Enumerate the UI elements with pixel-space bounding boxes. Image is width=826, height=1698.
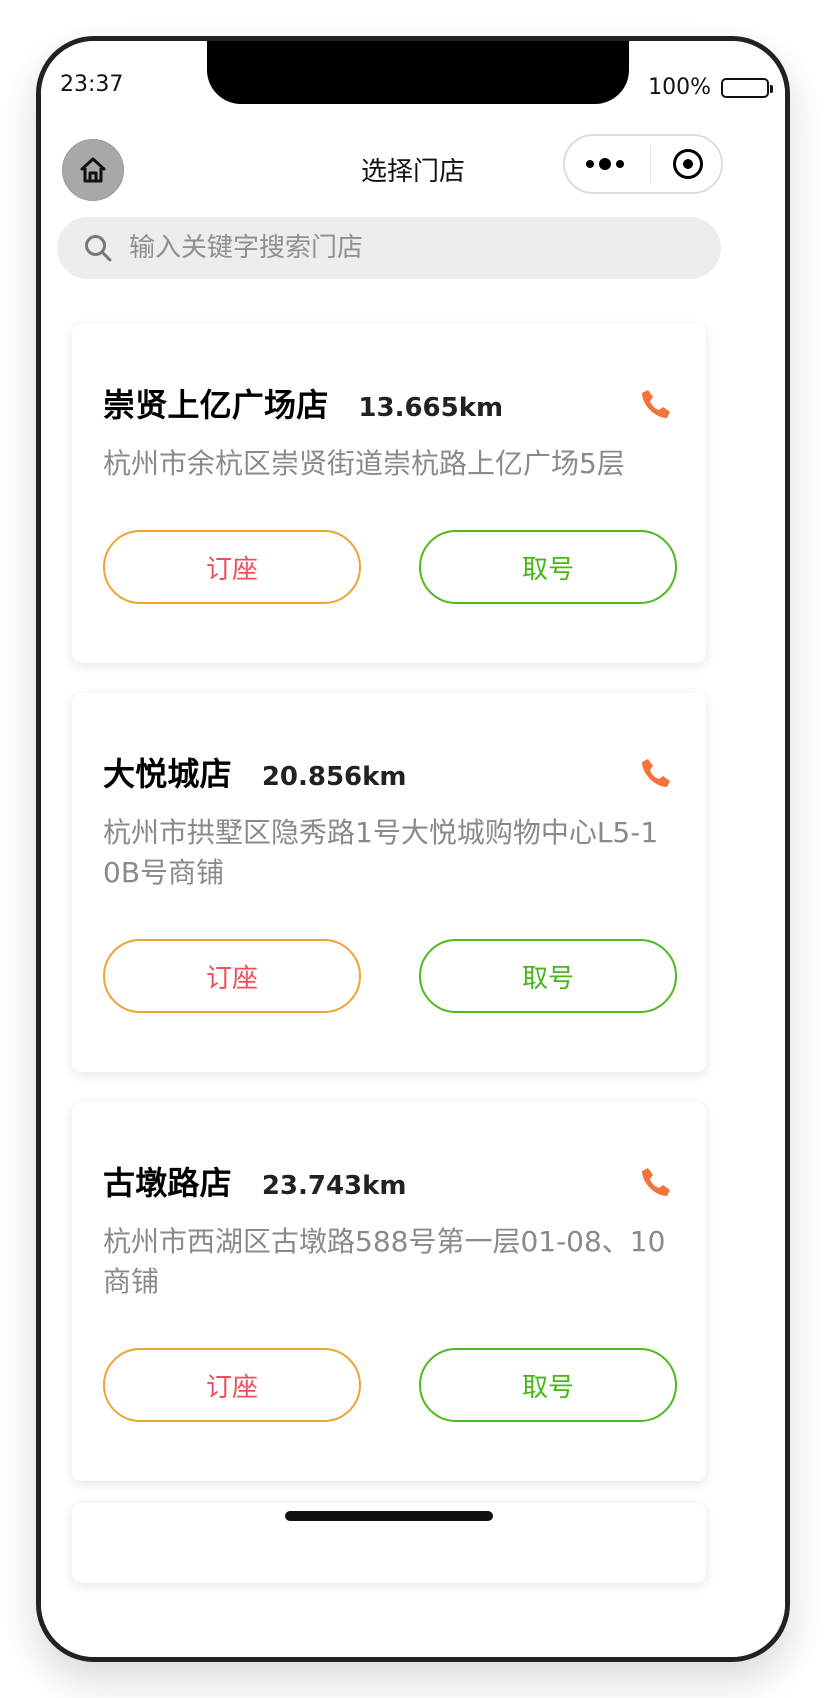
search-bar[interactable] (57, 217, 721, 279)
reserve-button[interactable]: 订座 (103, 530, 361, 604)
mini-program-screen: 23:37 100% 选择门店 输入关键字搜索门店 崇贤上亿广场店 13.665… (41, 41, 785, 1657)
more-button[interactable] (583, 158, 627, 170)
store-name: 大悦城店 (103, 755, 232, 793)
phone-button[interactable] (638, 755, 674, 791)
target-close-icon (683, 159, 693, 169)
phone-icon (642, 390, 670, 418)
close-mini-program-button[interactable] (673, 149, 703, 179)
status-right: 100% (648, 75, 773, 100)
store-actions: 订座 取号 (103, 1348, 677, 1481)
store-actions: 订座 取号 (103, 530, 677, 663)
battery-percentage: 100% (648, 75, 711, 100)
store-name: 崇贤上亿广场店 (103, 386, 329, 424)
capsule-divider (649, 146, 651, 182)
status-time: 23:37 (60, 72, 124, 97)
store-distance: 23.743km (261, 1171, 407, 1201)
store-name: 古墩路店 (103, 1164, 232, 1202)
store-address: 杭州市拱墅区隐秀路1号大悦城购物中心L5-10B号商铺 (103, 816, 659, 889)
phone-button[interactable] (638, 386, 674, 422)
phone-icon (642, 1168, 670, 1196)
phone-button[interactable] (638, 1164, 674, 1200)
store-distance: 20.856km (261, 762, 407, 792)
phone-icon (642, 759, 670, 787)
store-card: 崇贤上亿广场店 13.665km 杭州市余杭区崇贤街道崇杭路上亿广场5层 订座 … (72, 324, 706, 663)
queue-button[interactable]: 取号 (419, 530, 677, 604)
battery-icon (721, 77, 773, 98)
store-list: 崇贤上亿广场店 13.665km 杭州市余杭区崇贤街道崇杭路上亿广场5层 订座 … (72, 324, 706, 1511)
more-dots-icon (599, 158, 611, 170)
mini-program-capsule (563, 134, 723, 194)
store-card: 古墩路店 23.743km 杭州市西湖区古墩路588号第一层01-08、10商铺… (72, 1102, 706, 1481)
reserve-button[interactable]: 订座 (103, 1348, 361, 1422)
more-dots-icon (586, 160, 594, 168)
more-dots-icon (616, 160, 624, 168)
store-card: 大悦城店 20.856km 杭州市拱墅区隐秀路1号大悦城购物中心L5-10B号商… (72, 693, 706, 1072)
mobile-screenshot: 23:37 100% 选择门店 输入关键字搜索门店 崇贤上亿广场店 13.665… (0, 0, 826, 1698)
store-actions: 订座 取号 (103, 939, 677, 1072)
reserve-button[interactable]: 订座 (103, 939, 361, 1013)
home-indicator[interactable] (285, 1511, 493, 1521)
device-notch (207, 41, 629, 104)
queue-button[interactable]: 取号 (419, 1348, 677, 1422)
phone-frame: 23:37 100% 选择门店 输入关键字搜索门店 崇贤上亿广场店 13.665… (36, 36, 790, 1662)
store-distance: 13.665km (358, 393, 504, 423)
search-icon (85, 235, 112, 262)
queue-button[interactable]: 取号 (419, 939, 677, 1013)
store-title-row: 古墩路店 23.743km (103, 1158, 675, 1204)
store-address: 杭州市西湖区古墩路588号第一层01-08、10商铺 (103, 1225, 666, 1298)
store-title-row: 崇贤上亿广场店 13.665km (103, 380, 675, 426)
store-title-row: 大悦城店 20.856km (103, 749, 675, 795)
search-input[interactable] (127, 232, 651, 264)
store-address: 杭州市余杭区崇贤街道崇杭路上亿广场5层 (103, 447, 625, 480)
